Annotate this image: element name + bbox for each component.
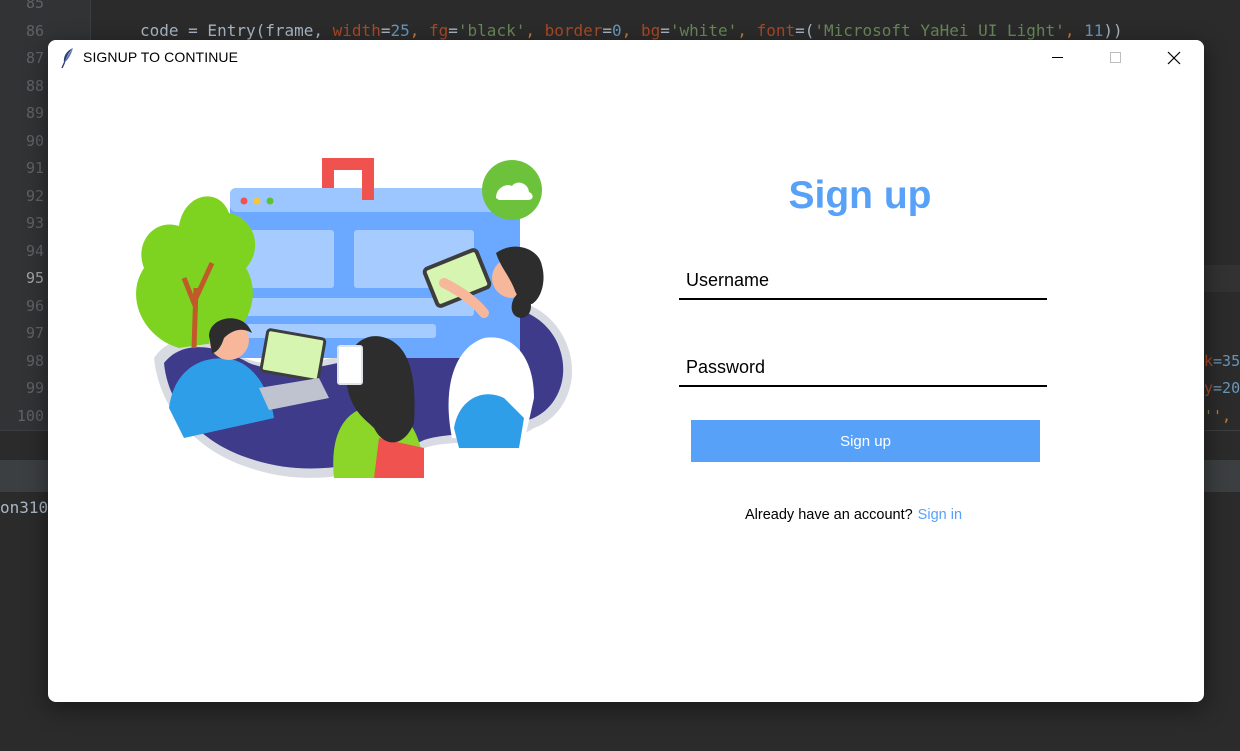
code-token: , [737, 21, 757, 40]
code-token: , [525, 21, 545, 40]
password-input[interactable] [686, 355, 1036, 379]
password-field[interactable] [679, 347, 1047, 387]
line-number: 99 [25, 379, 44, 397]
code-token: 'white' [669, 21, 738, 40]
code-token: width [332, 21, 381, 40]
maximize-button[interactable] [1086, 40, 1144, 76]
have-account-text: Already have an account? [745, 507, 913, 523]
console-output: on310 [0, 498, 49, 517]
code-line[interactable]: code = Entry(frame, width=25, fg='black'… [140, 21, 1123, 40]
line-number: 93 [25, 214, 44, 232]
code-token: font [756, 21, 796, 40]
code-token: fg [429, 21, 449, 40]
code-token: , [1064, 21, 1085, 40]
code-token: code = Entry(frame, [140, 21, 333, 40]
code-token: 'Microsoft YaHei UI Light' [814, 21, 1065, 40]
signup-window: SIGNUP TO CONTINUE Sign up Username Pass… [48, 40, 1204, 702]
close-icon [1167, 51, 1181, 65]
line-number: 97 [25, 324, 44, 342]
line-number: 96 [25, 297, 44, 315]
code-token: 0 [612, 21, 622, 40]
signup-button[interactable]: Sign up [691, 420, 1040, 462]
signup-heading: Sign up [788, 174, 932, 217]
window-title: SIGNUP TO CONTINUE [83, 49, 239, 65]
line-number: 98 [25, 352, 44, 370]
code-fragment: '', [1204, 407, 1232, 425]
maximize-icon [1110, 52, 1121, 63]
code-fragment: y=20 [1204, 379, 1240, 397]
code-token: = [448, 21, 458, 40]
line-number-active: 95 [25, 269, 44, 287]
code-token: )) [1103, 21, 1123, 40]
minimize-button[interactable] [1028, 40, 1086, 76]
line-number: 86 [25, 22, 44, 40]
line-number: 100 [16, 407, 44, 425]
username-field[interactable] [679, 260, 1047, 300]
line-number: 85 [25, 0, 44, 12]
line-number: 91 [25, 159, 44, 177]
close-button[interactable] [1145, 40, 1203, 76]
code-token: 'black' [457, 21, 526, 40]
line-number: 90 [25, 132, 44, 150]
line-number: 94 [25, 242, 44, 260]
line-number: 88 [25, 77, 44, 95]
line-number: 92 [25, 187, 44, 205]
signin-prompt: Already have an account? Sign in [745, 507, 962, 523]
code-token: bg [640, 21, 661, 40]
code-token: , [621, 21, 641, 40]
line-number: 89 [25, 104, 44, 122]
code-fragment: k=35 [1204, 352, 1240, 370]
line-number: 87 [25, 49, 44, 67]
title-bar[interactable]: SIGNUP TO CONTINUE [48, 40, 1204, 76]
code-token: , [409, 21, 429, 40]
signin-link[interactable]: Sign in [918, 507, 962, 523]
code-token: 25 [390, 21, 410, 40]
code-token: = [660, 21, 670, 40]
code-token: = [602, 21, 613, 40]
minimize-icon [1052, 57, 1063, 58]
feather-icon [61, 48, 73, 69]
code-token: 11 [1084, 21, 1104, 40]
username-input[interactable] [686, 268, 1036, 292]
code-token: =( [795, 21, 815, 40]
code-token: border [544, 21, 603, 40]
team-illustration [136, 158, 573, 478]
